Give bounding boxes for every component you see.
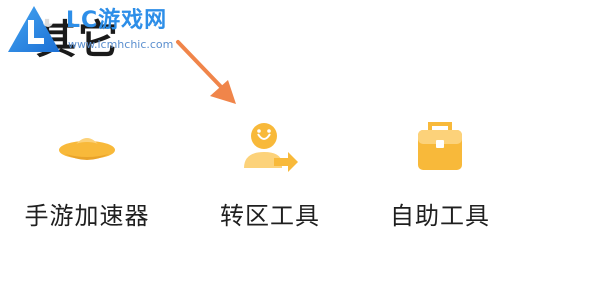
toolbox-icon <box>418 122 462 170</box>
tool-region-transfer[interactable]: 转区工具 <box>190 118 350 248</box>
ufo-hat-icon <box>59 138 115 160</box>
user-transfer-icon <box>244 123 298 172</box>
tool-label: 手游加速器 <box>24 202 150 230</box>
tool-mobile-game-accelerator[interactable]: 手游加速器 <box>7 118 167 248</box>
tool-self-service[interactable]: 自助工具 <box>360 118 520 248</box>
watermark-url: www.lcmhchic.com <box>68 38 174 51</box>
tool-label: 转区工具 <box>220 202 320 230</box>
watermark: LC游戏网 www.lcmhchic.com <box>4 2 174 64</box>
watermark-logo-icon <box>8 6 60 52</box>
tool-label: 自助工具 <box>390 202 490 230</box>
watermark-brand: LC游戏网 <box>66 8 168 33</box>
annotation-arrow-icon <box>176 40 236 104</box>
tools-row: 手游加速器 转区工具 自助工具 <box>0 118 600 248</box>
